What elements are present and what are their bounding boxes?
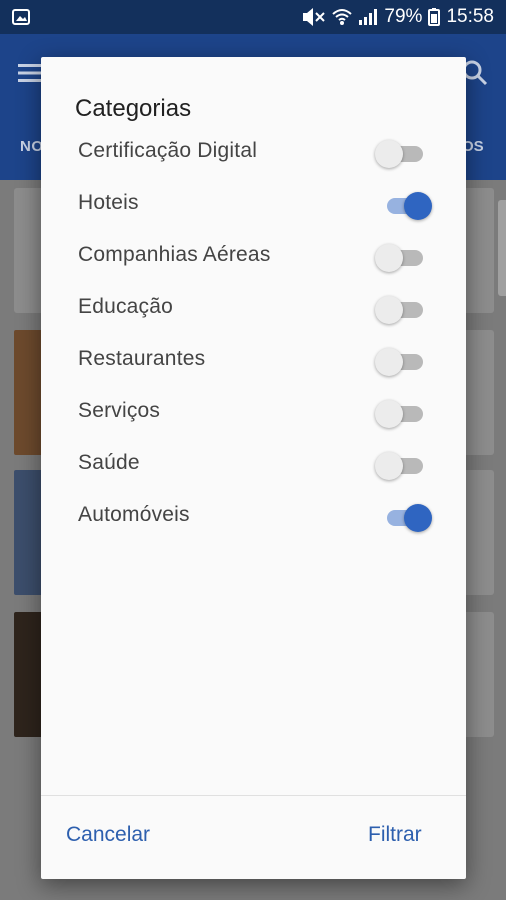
category-row-restaurantes: Restaurantes xyxy=(41,335,466,387)
cancel-button[interactable]: Cancelar xyxy=(66,823,150,847)
filter-button[interactable]: Filtrar xyxy=(368,823,422,847)
status-bar: 79% 15:58 xyxy=(0,0,506,34)
toggle-thumb xyxy=(404,192,432,220)
toggle-thumb xyxy=(375,452,403,480)
category-toggle[interactable] xyxy=(375,137,435,169)
background-thumbnail xyxy=(14,330,44,455)
category-row-companhias-aereas: Companhias Aéreas xyxy=(41,231,466,283)
background-thumbnail xyxy=(14,612,44,737)
battery-icon xyxy=(428,8,441,26)
wifi-icon xyxy=(332,8,353,26)
dialog-title: Categorias xyxy=(75,95,192,122)
category-row-saude: Saúde xyxy=(41,439,466,491)
category-toggle[interactable] xyxy=(375,293,435,325)
category-toggle[interactable] xyxy=(375,449,435,481)
battery-text: 79% xyxy=(384,6,423,27)
dialog-divider xyxy=(41,795,466,796)
toggle-thumb xyxy=(375,296,403,324)
category-row-certificacao-digital: Certificação Digital xyxy=(41,127,466,179)
category-toggle[interactable] xyxy=(375,501,435,533)
category-label: Serviços xyxy=(78,399,161,422)
category-toggle[interactable] xyxy=(375,241,435,273)
signal-icon xyxy=(358,8,378,26)
category-row-automoveis: Automóveis xyxy=(41,491,466,543)
category-label: Automóveis xyxy=(78,503,190,526)
mute-icon xyxy=(300,7,326,27)
category-label: Certificação Digital xyxy=(78,139,258,162)
toggle-thumb xyxy=(375,400,403,428)
category-toggle[interactable] xyxy=(375,397,435,429)
category-filter-dialog: Categorias Certificação Digital Hoteis C… xyxy=(41,57,466,879)
toggle-thumb xyxy=(375,244,403,272)
category-label: Restaurantes xyxy=(78,347,206,370)
category-row-hoteis: Hoteis xyxy=(41,179,466,231)
category-label: Educação xyxy=(78,295,174,318)
category-toggle[interactable] xyxy=(375,345,435,377)
background-thumbnail xyxy=(14,470,44,595)
clock: 15:58 xyxy=(446,6,494,27)
category-label: Hoteis xyxy=(78,191,139,214)
tab-left-partial[interactable]: NO xyxy=(20,138,44,155)
toggle-thumb xyxy=(404,504,432,532)
toggle-thumb xyxy=(375,140,403,168)
category-label: Saúde xyxy=(78,451,140,474)
image-icon xyxy=(12,8,30,26)
category-toggle[interactable] xyxy=(375,189,435,221)
toggle-thumb xyxy=(375,348,403,376)
background-card-edge xyxy=(498,200,506,296)
category-row-educacao: Educação xyxy=(41,283,466,335)
category-row-servicos: Serviços xyxy=(41,387,466,439)
category-label: Companhias Aéreas xyxy=(78,243,271,266)
